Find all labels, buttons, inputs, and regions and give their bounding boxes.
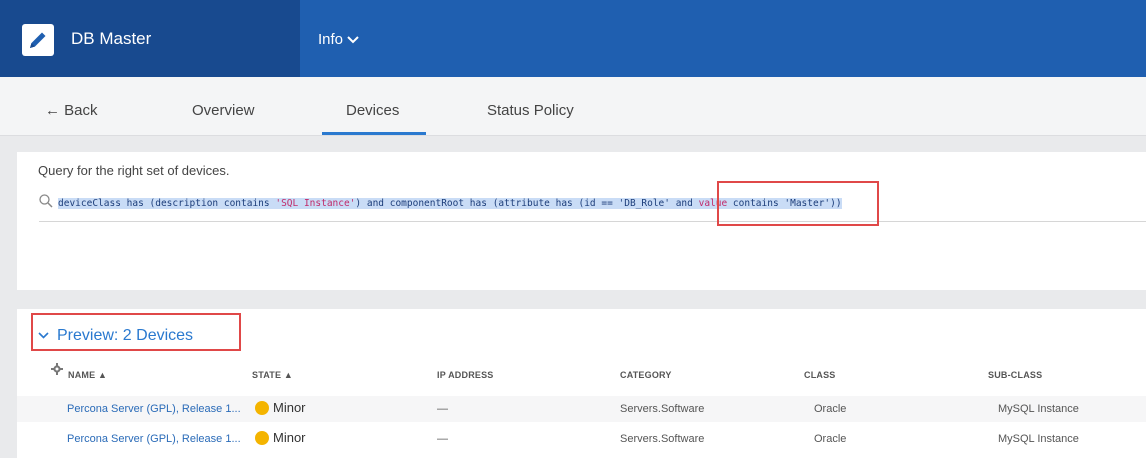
info-menu-label: Info <box>318 31 344 48</box>
column-header-category[interactable]: CATEGORY <box>620 369 672 381</box>
tab-status-policy[interactable]: Status Policy <box>487 101 574 121</box>
gear-icon[interactable] <box>51 362 63 380</box>
sub-class-cell: MySQL Instance <box>998 433 1079 445</box>
chevron-down-icon <box>347 34 359 46</box>
state-label: Minor <box>273 400 306 415</box>
query-hint: Query for the right set of devices. <box>38 163 230 178</box>
tab-devices[interactable]: Devices <box>346 101 399 121</box>
tab-bar: ← Back Overview Devices Status Policy <box>0 77 1146 136</box>
ip-address-cell: — <box>437 403 448 415</box>
column-header-name[interactable]: NAME ▲ <box>68 369 107 381</box>
device-name-link[interactable]: Percona Server (GPL), Release 1... <box>67 402 241 416</box>
query-text-part: deviceClass has (description contains <box>58 198 276 209</box>
sub-class-cell: MySQL Instance <box>998 403 1079 415</box>
highlight-annotation-box <box>717 181 879 226</box>
query-input-underline <box>39 221 1146 222</box>
back-button[interactable]: ← Back <box>45 101 98 121</box>
status-dot-icon <box>255 431 269 445</box>
category-cell: Servers.Software <box>620 433 705 445</box>
query-string-literal: 'SQL Instance' <box>275 198 356 209</box>
query-panel: Query for the right set of devices. devi… <box>17 152 1146 290</box>
info-menu-button[interactable]: Info <box>318 30 359 50</box>
app-title: DB Master <box>71 29 152 48</box>
search-icon <box>39 194 53 213</box>
class-cell: Oracle <box>814 403 847 415</box>
query-text-part: ) and componentRoot has (attribute has (… <box>355 198 699 209</box>
column-header-sub-class[interactable]: SUB-CLASS <box>988 369 1042 381</box>
top-header: DB Master Info <box>0 0 1146 77</box>
state-label: Minor <box>273 430 306 445</box>
state-cell: Minor <box>255 401 306 416</box>
device-name-link[interactable]: Percona Server (GPL), Release 1... <box>67 432 241 446</box>
class-cell: Oracle <box>814 433 847 445</box>
tab-overview[interactable]: Overview <box>192 101 255 121</box>
pencil-icon <box>22 24 54 56</box>
ip-address-cell: — <box>437 433 448 445</box>
active-tab-indicator <box>322 132 426 135</box>
status-dot-icon <box>255 401 269 415</box>
highlight-annotation-box <box>31 313 241 351</box>
table-row[interactable]: Percona Server (GPL), Release 1... Minor… <box>17 396 1146 422</box>
state-cell: Minor <box>255 431 306 446</box>
brand-area: DB Master <box>0 0 300 77</box>
column-header-ip-address[interactable]: IP ADDRESS <box>437 369 494 381</box>
column-header-class[interactable]: CLASS <box>804 369 836 381</box>
category-cell: Servers.Software <box>620 403 705 415</box>
table-row[interactable]: Percona Server (GPL), Release 1... Minor… <box>17 429 1146 455</box>
column-header-state[interactable]: STATE ▲ <box>252 369 293 381</box>
